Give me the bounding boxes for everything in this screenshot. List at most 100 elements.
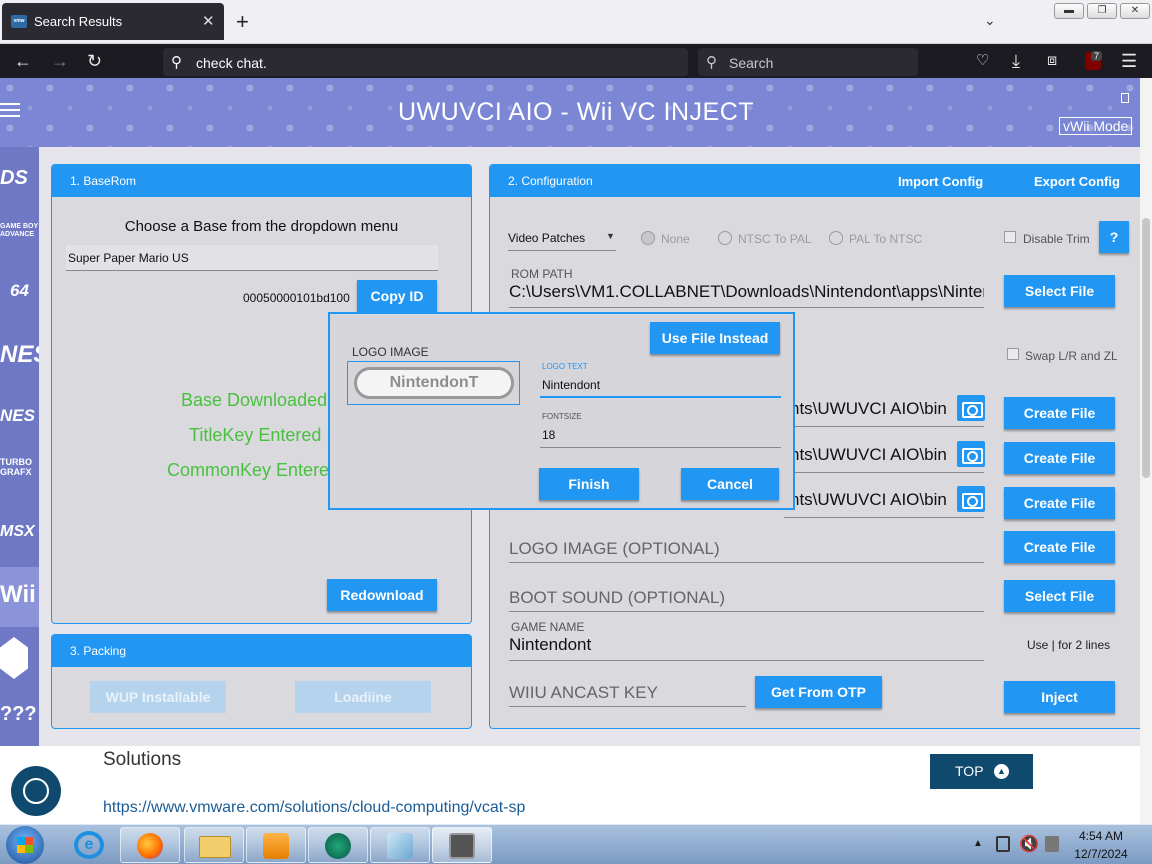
disable-trim-checkbox[interactable] <box>1004 231 1016 243</box>
extensions-icon[interactable]: ⧈ <box>1047 52 1057 70</box>
taskbar-uwuvci[interactable] <box>432 827 492 863</box>
swap-lr-label: Swap L/R and ZL/ZR <box>1025 349 1117 363</box>
search-bar[interactable]: ⚲ Search <box>698 48 918 76</box>
logo-text-input[interactable]: Nintendont <box>540 374 781 398</box>
start-button[interactable] <box>6 826 44 864</box>
status-commonkey-entered: CommonKey Entered <box>167 460 340 480</box>
hamburger-menu-icon[interactable] <box>0 103 20 117</box>
drc-image-field[interactable]: nts\UWUVCI AIO\bin <box>784 445 984 473</box>
show-hidden-icons-icon[interactable]: ▲ <box>973 838 983 849</box>
get-from-otp-button[interactable]: Get From OTP <box>755 676 882 708</box>
close-window-button[interactable]: ✕ <box>1120 3 1150 19</box>
sidebar-item-snes[interactable]: NES <box>0 406 39 426</box>
vwii-mode-button[interactable]: vWii Mode <box>1059 117 1133 135</box>
status-base-downloaded: Base Downloaded <box>181 390 328 410</box>
baserom-header: 1. BaseRom <box>52 165 471 197</box>
radio-pal-to-ntsc-label: PAL To NTSC <box>849 232 923 246</box>
tv-image-field[interactable]: nts\UWUVCI AIO\bin <box>784 399 984 427</box>
icon-camera-icon[interactable] <box>957 486 985 512</box>
game-name-field[interactable]: Nintendont <box>509 635 984 661</box>
sidebar-item-nes[interactable]: NES <box>0 341 39 369</box>
base-dropdown[interactable]: Super Paper Mario US <box>66 245 438 271</box>
taskbar-media-player[interactable] <box>246 827 306 863</box>
sidebar-item-unknown[interactable]: ??? <box>0 703 39 726</box>
tv-camera-icon[interactable] <box>957 395 985 421</box>
logo-image-field[interactable]: LOGO IMAGE (OPTIONAL) <box>509 539 984 563</box>
ancast-key-field[interactable]: WIIU ANCAST KEY <box>509 683 746 707</box>
address-input[interactable]: check chat. <box>196 55 267 71</box>
loadiine-button[interactable]: Loadiine <box>295 681 431 713</box>
pocket-icon[interactable]: ♡ <box>976 52 989 70</box>
network-icon[interactable] <box>996 836 1010 852</box>
tab-search-results[interactable]: vmw Search Results ✕ <box>2 3 224 40</box>
forward-arrow-icon[interactable]: → <box>51 52 69 70</box>
action-center-icon[interactable] <box>1045 836 1059 852</box>
logo-preview: NintendonT <box>347 361 520 405</box>
radio-none[interactable] <box>641 231 655 245</box>
taskbar-app-notes[interactable] <box>370 827 430 863</box>
import-config-button[interactable]: Import Config <box>898 174 983 189</box>
app-restore-icon[interactable] <box>1121 93 1129 103</box>
taskbar-firefox[interactable] <box>120 827 180 863</box>
sidebar-item-msx[interactable]: MSX <box>0 523 39 541</box>
top-button[interactable]: TOP ▲ <box>930 754 1033 789</box>
downloads-icon[interactable]: ⤓ <box>1012 52 1020 70</box>
create-tv-file-button[interactable]: Create File <box>1004 397 1115 429</box>
new-tab-button[interactable]: + <box>236 9 249 35</box>
disable-trim-label: Disable Trim <box>1023 232 1090 246</box>
create-logo-file-button[interactable]: Create File <box>1004 531 1115 563</box>
menu-icon[interactable]: ☰ <box>1121 52 1137 70</box>
search-input[interactable]: Search <box>729 55 773 71</box>
list-tabs-chevron-icon[interactable]: ⌄ <box>984 12 996 29</box>
sidebar-item-ds[interactable]: DS <box>0 167 39 190</box>
volume-muted-icon[interactable]: 🔇 <box>1019 834 1039 854</box>
reload-icon[interactable]: ↻ <box>87 52 102 70</box>
restore-window-button[interactable]: ❐ <box>1087 3 1117 19</box>
close-tab-icon[interactable]: ✕ <box>202 12 215 30</box>
wup-installable-button[interactable]: WUP Installable <box>90 681 226 713</box>
cancel-button[interactable]: Cancel <box>681 468 779 500</box>
game-name-label: GAME NAME <box>511 620 585 634</box>
copy-id-button[interactable]: Copy ID <box>357 280 437 312</box>
solutions-link[interactable]: https://www.vmware.com/solutions/cloud-c… <box>103 799 525 817</box>
logo-preview-text: NintendonT <box>354 367 514 399</box>
sidebar-item-wii[interactable]: Wii <box>0 567 39 627</box>
boot-sound-field[interactable]: BOOT SOUND (OPTIONAL) <box>509 588 984 612</box>
configuration-title: 2. Configuration <box>508 174 593 188</box>
finish-button[interactable]: Finish <box>539 468 639 500</box>
clock-time[interactable]: 4:54 AM <box>1070 829 1132 843</box>
taskbar-explorer[interactable] <box>184 827 244 863</box>
create-icon-file-button[interactable]: Create File <box>1004 487 1115 519</box>
create-drc-file-button[interactable]: Create File <box>1004 442 1115 474</box>
back-arrow-icon[interactable]: ← <box>14 52 32 70</box>
taskbar-app-green[interactable] <box>308 827 368 863</box>
radio-ntsc-to-pal[interactable] <box>718 231 732 245</box>
rom-select-file-button[interactable]: Select File <box>1004 275 1115 307</box>
sidebar-item-gba[interactable]: GAME BOY ADVANCE <box>0 223 39 239</box>
notes-icon <box>387 833 413 859</box>
redownload-button[interactable]: Redownload <box>327 579 437 611</box>
icon-image-field[interactable]: nts\UWUVCI AIO\bin <box>784 490 984 518</box>
swap-lr-checkbox[interactable] <box>1007 348 1019 360</box>
sidebar-item-n64[interactable]: 64 <box>0 281 39 301</box>
address-bar[interactable]: ⚲ check chat. <box>163 48 688 76</box>
drc-camera-icon[interactable] <box>957 441 985 467</box>
rom-path-field[interactable]: C:\Users\VM1.COLLABNET\Downloads\Nintend… <box>509 282 984 308</box>
inject-button[interactable]: Inject <box>1004 681 1115 713</box>
uwuvci-app-window: UWUVCI AIO - Wii VC INJECT vWii Mode DS … <box>0 78 1152 746</box>
help-button[interactable]: ? <box>1099 221 1129 253</box>
sidebar-item-gc[interactable] <box>0 637 28 679</box>
clock-date[interactable]: 12/7/2024 <box>1068 847 1134 861</box>
scrollbar-thumb[interactable] <box>1142 218 1150 478</box>
cookie-settings-button[interactable] <box>11 766 61 816</box>
video-patches-dropdown[interactable]: Video Patches ▼ <box>508 227 616 251</box>
radio-pal-to-ntsc[interactable] <box>829 231 843 245</box>
fontsize-input[interactable]: 18 <box>540 424 781 448</box>
export-config-button[interactable]: Export Config <box>1034 174 1120 189</box>
boot-sound-select-file-button[interactable]: Select File <box>1004 580 1115 612</box>
internet-explorer-icon[interactable]: e <box>74 831 104 859</box>
sidebar-item-tg16[interactable]: TURBO GRAFX <box>0 457 39 477</box>
page-scrollbar[interactable] <box>1140 78 1152 824</box>
minimize-window-button[interactable]: ▬ <box>1054 3 1084 19</box>
use-file-instead-button[interactable]: Use File Instead <box>650 322 780 354</box>
